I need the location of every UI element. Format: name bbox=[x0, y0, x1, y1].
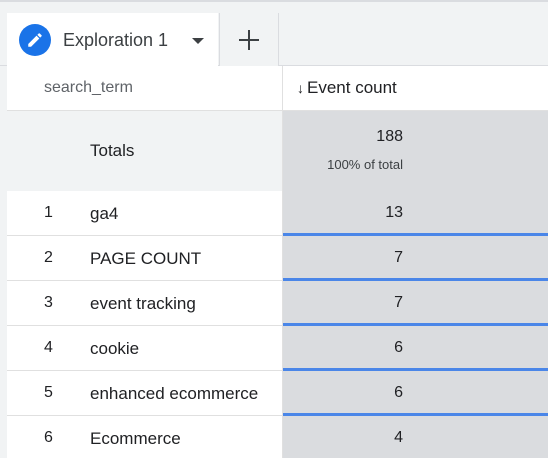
event-count-value: 6 bbox=[394, 384, 403, 401]
totals-row-value-cell: 188 100% of total bbox=[283, 111, 548, 191]
metric-header[interactable]: ↓ Event count bbox=[283, 66, 548, 111]
table-row-metric-cell[interactable]: 7 bbox=[283, 236, 548, 281]
table-row-metric-cell[interactable]: 4 bbox=[283, 416, 548, 458]
table-row-metric-cell[interactable]: 6 bbox=[283, 326, 548, 371]
dimension-header[interactable]: search_term bbox=[7, 66, 283, 111]
tab-label[interactable]: Exploration 1 bbox=[63, 30, 168, 51]
event-count-value: 7 bbox=[394, 249, 403, 266]
table-row-dimension-cell[interactable]: 3 event tracking bbox=[7, 281, 283, 326]
metric-header-content: ↓ Event count bbox=[297, 78, 397, 98]
table-row-dimension-cell[interactable]: 2 PAGE COUNT bbox=[7, 236, 283, 281]
table-row-dimension-cell[interactable]: 1 ga4 bbox=[7, 191, 283, 236]
search-term: cookie bbox=[90, 339, 140, 358]
row-index: 5 bbox=[44, 384, 53, 401]
totals-row-label-cell: Totals bbox=[7, 111, 283, 191]
tab-exploration-1[interactable]: Exploration 1 bbox=[7, 13, 218, 66]
sort-arrow-icon: ↓ bbox=[297, 80, 304, 96]
dimension-header-label: search_term bbox=[44, 79, 133, 96]
table-row-metric-cell[interactable]: 7 bbox=[283, 281, 548, 326]
search-term: ga4 bbox=[90, 204, 119, 223]
table-row-metric-cell[interactable]: 6 bbox=[283, 371, 548, 416]
event-count-value: 4 bbox=[394, 429, 403, 446]
totals-value: 188 bbox=[376, 128, 403, 145]
search-term: enhanced ecommerce bbox=[90, 384, 259, 403]
totals-label: Totals bbox=[90, 141, 135, 160]
tab-bar: Exploration 1 bbox=[0, 2, 548, 66]
free-form-table: search_term ↓ Event count Totals 188 100… bbox=[7, 66, 548, 458]
pencil-icon[interactable] bbox=[19, 24, 51, 56]
event-count-value: 7 bbox=[394, 294, 403, 311]
caret-down-icon[interactable] bbox=[190, 33, 206, 49]
totals-percent: 100% of total bbox=[327, 157, 403, 172]
row-index: 3 bbox=[44, 294, 53, 311]
row-index: 2 bbox=[44, 249, 53, 266]
search-term: event tracking bbox=[90, 294, 196, 313]
table-row-dimension-cell[interactable]: 5 enhanced ecommerce bbox=[7, 371, 283, 416]
table-row-dimension-cell[interactable]: 6 Ecommerce bbox=[7, 416, 283, 458]
table-row-dimension-cell[interactable]: 4 cookie bbox=[7, 326, 283, 371]
exploration-window: Exploration 1 search_term ↓ Event count … bbox=[0, 0, 548, 458]
plus-icon bbox=[239, 29, 259, 50]
search-term: PAGE COUNT bbox=[90, 249, 202, 268]
event-count-value: 6 bbox=[394, 339, 403, 356]
row-index: 6 bbox=[44, 429, 53, 446]
row-index: 4 bbox=[44, 339, 53, 356]
event-count-value: 13 bbox=[385, 204, 403, 221]
add-tab-button[interactable] bbox=[219, 13, 279, 66]
metric-header-label: Event count bbox=[307, 78, 397, 97]
search-term: Ecommerce bbox=[90, 429, 181, 448]
row-index: 1 bbox=[44, 204, 53, 221]
table-row-metric-cell[interactable]: 13 bbox=[283, 191, 548, 236]
